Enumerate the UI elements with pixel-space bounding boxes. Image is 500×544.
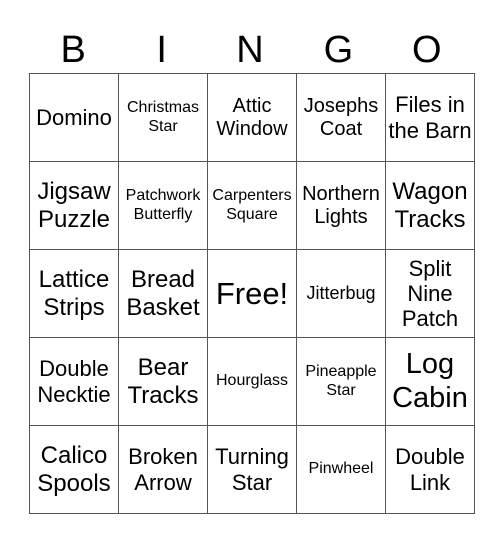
bingo-cell[interactable]: Christmas Star xyxy=(118,73,208,162)
bingo-cell[interactable]: Jitterbug xyxy=(296,249,386,338)
grid-row: Lattice Strips Bread Basket Free! Jitter… xyxy=(29,249,475,338)
bingo-cell[interactable]: Calico Spools xyxy=(29,425,119,514)
bingo-cell[interactable]: Lattice Strips xyxy=(29,249,119,338)
bingo-header: B I N G O xyxy=(29,28,471,72)
bingo-cell[interactable]: Pinwheel xyxy=(296,425,386,514)
header-letter-n: N xyxy=(236,29,264,71)
bingo-cell[interactable]: Northern Lights xyxy=(296,161,386,250)
bingo-cell[interactable]: Files in the Barn xyxy=(385,73,475,162)
bingo-cell[interactable]: Double Necktie xyxy=(29,337,119,426)
bingo-cell[interactable]: Attic Window xyxy=(207,73,297,162)
grid-row: Domino Christmas Star Attic Window Josep… xyxy=(29,73,475,162)
bingo-cell[interactable]: Hourglass xyxy=(207,337,297,426)
bingo-cell[interactable]: Patchwork Butterfly xyxy=(118,161,208,250)
bingo-cell[interactable]: Carpenters Square xyxy=(207,161,297,250)
grid-row: Calico Spools Broken Arrow Turning Star … xyxy=(29,425,475,514)
bingo-cell[interactable]: Bear Tracks xyxy=(118,337,208,426)
bingo-cell[interactable]: Jigsaw Puzzle xyxy=(29,161,119,250)
grid-row: Jigsaw Puzzle Patchwork Butterfly Carpen… xyxy=(29,161,475,250)
grid-row: Double Necktie Bear Tracks Hourglass Pin… xyxy=(29,337,475,426)
header-letter-i: I xyxy=(156,29,167,71)
bingo-cell[interactable]: Split Nine Patch xyxy=(385,249,475,338)
bingo-cell[interactable]: Pineapple Star xyxy=(296,337,386,426)
bingo-cell[interactable]: Turning Star xyxy=(207,425,297,514)
bingo-grid: Domino Christmas Star Attic Window Josep… xyxy=(29,73,475,514)
bingo-cell[interactable]: Broken Arrow xyxy=(118,425,208,514)
header-letter-o: O xyxy=(412,29,442,71)
header-letter-b: B xyxy=(60,29,86,71)
bingo-cell[interactable]: Log Cabin xyxy=(385,337,475,426)
bingo-cell[interactable]: Domino xyxy=(29,73,119,162)
bingo-cell[interactable]: Josephs Coat xyxy=(296,73,386,162)
bingo-cell[interactable]: Bread Basket xyxy=(118,249,208,338)
free-cell[interactable]: Free! xyxy=(207,249,297,338)
bingo-cell[interactable]: Double Link xyxy=(385,425,475,514)
header-letter-g: G xyxy=(323,29,354,71)
bingo-cell[interactable]: Wagon Tracks xyxy=(385,161,475,250)
